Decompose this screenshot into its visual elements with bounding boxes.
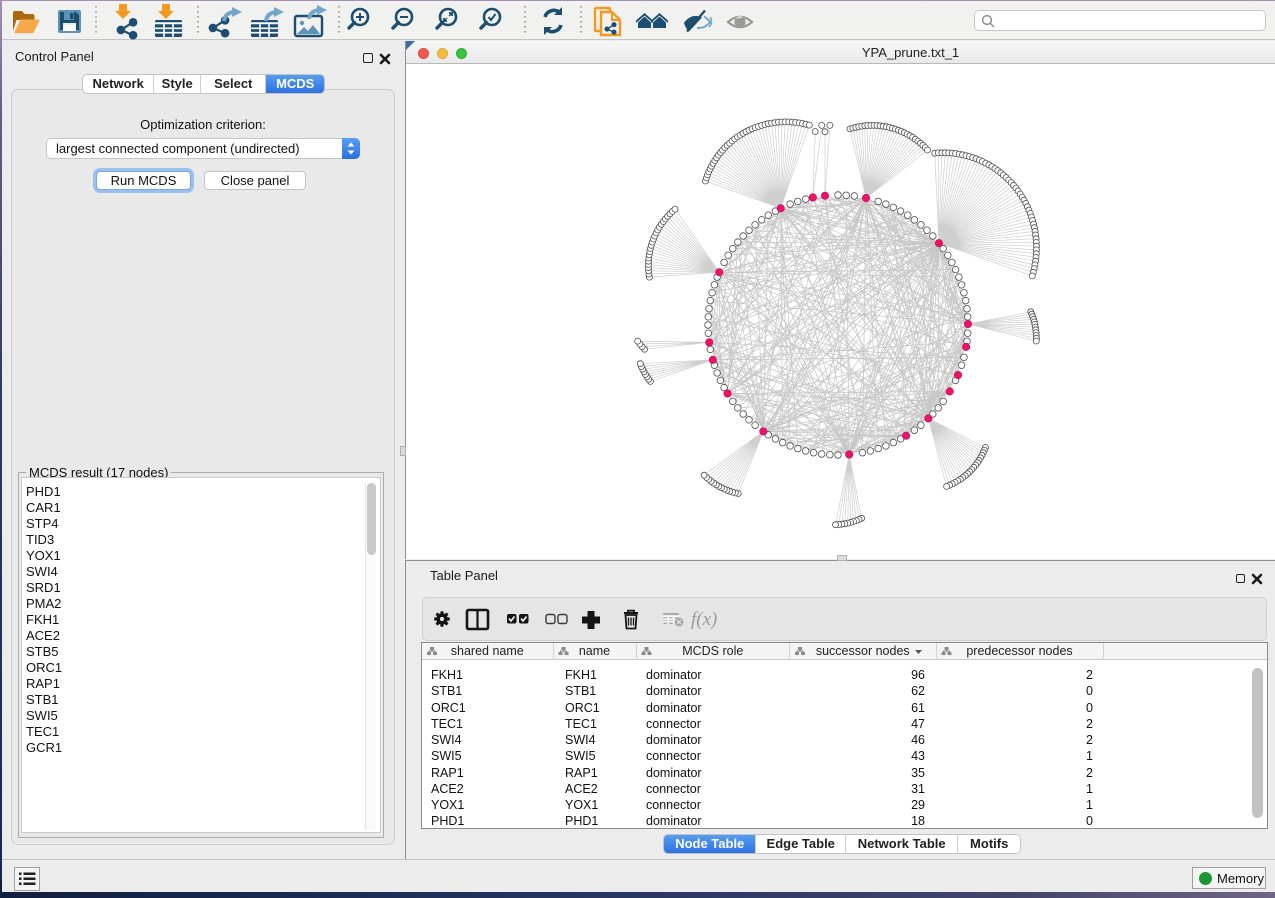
svg-text:f(x): f(x) [691,609,717,630]
